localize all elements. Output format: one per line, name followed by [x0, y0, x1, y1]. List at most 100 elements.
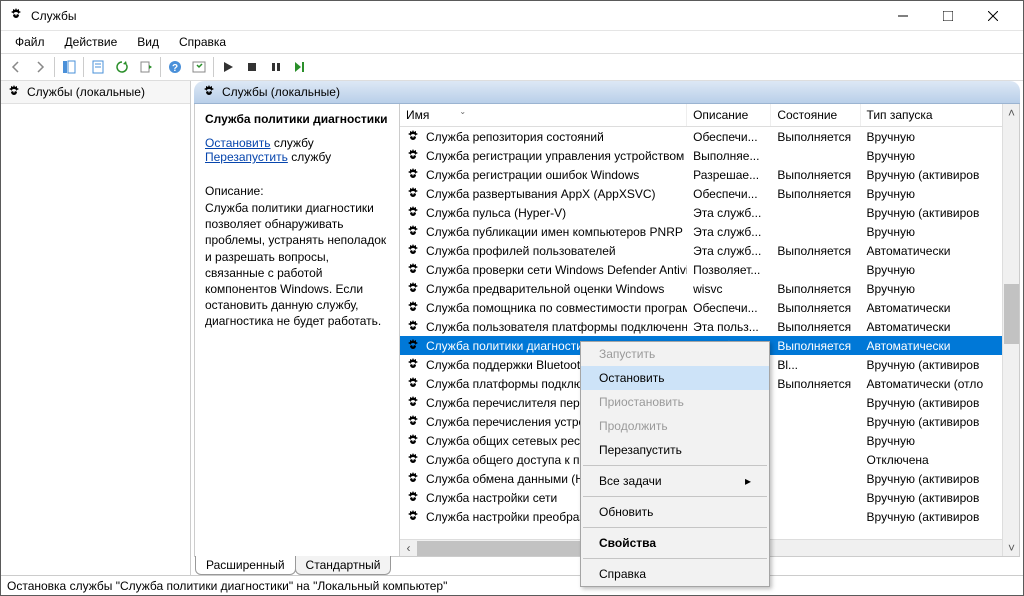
ctx-item[interactable]: Все задачи▸: [581, 469, 769, 493]
tasks-button[interactable]: [188, 56, 210, 78]
service-state: Bl...: [771, 358, 860, 372]
pane-header: Службы (локальные): [194, 81, 1020, 104]
header-state[interactable]: Состояние: [771, 104, 860, 126]
service-name: Служба помощника по совместимости програ…: [426, 301, 687, 315]
header-name[interactable]: Имя⌄: [400, 104, 687, 126]
service-name: Служба платформы подключ: [426, 377, 589, 391]
service-name: Служба репозитория состояний: [426, 130, 604, 144]
app-icon: [9, 8, 25, 24]
service-name: Служба развертывания AppX (AppXSVC): [426, 187, 656, 201]
forward-button[interactable]: [29, 56, 51, 78]
tree-root-item[interactable]: Службы (локальные): [1, 81, 190, 104]
help-button[interactable]: ?: [164, 56, 186, 78]
maximize-button[interactable]: [925, 1, 970, 30]
right-pane: Службы (локальные) Служба политики диагн…: [191, 81, 1023, 575]
tab-extended[interactable]: Расширенный: [195, 556, 296, 575]
service-startup: Вручную: [861, 263, 1019, 277]
service-startup: Вручную: [861, 225, 1019, 239]
vertical-scrollbar[interactable]: ˄ ˅: [1002, 104, 1019, 556]
vscroll-thumb[interactable]: [1004, 284, 1019, 344]
show-hide-tree-button[interactable]: [58, 56, 80, 78]
service-desc: Обеспечи...: [687, 301, 771, 315]
start-service-button[interactable]: [217, 56, 239, 78]
menu-action[interactable]: Действие: [57, 33, 126, 51]
service-row[interactable]: Служба регистрации ошибок WindowsРазреша…: [400, 165, 1019, 184]
service-state: Выполняется: [771, 339, 860, 353]
service-name: Служба настройки сети: [426, 491, 557, 505]
service-name: Служба общего доступа к по: [426, 453, 586, 467]
service-startup: Вручную (активиров: [861, 168, 1019, 182]
service-name: Служба перечислителя пере: [426, 396, 586, 410]
gear-icon: [406, 168, 420, 182]
close-button[interactable]: [970, 1, 1015, 30]
status-text: Остановка службы "Служба политики диагно…: [7, 579, 447, 593]
menu-view[interactable]: Вид: [129, 33, 167, 51]
header-description[interactable]: Описание: [687, 104, 771, 126]
restart-service-link[interactable]: Перезапустить: [205, 150, 288, 164]
ctx-item[interactable]: Справка: [581, 562, 769, 586]
toolbar: ?: [1, 53, 1023, 81]
gear-icon: [406, 320, 420, 334]
service-name: Служба политики диагностики: [426, 339, 595, 353]
service-startup: Вручную (активиров: [861, 472, 1019, 486]
service-row[interactable]: Служба предварительной оценки Windowswis…: [400, 279, 1019, 298]
pause-service-button[interactable]: [265, 56, 287, 78]
service-desc: Выполняе...: [687, 149, 771, 163]
service-row[interactable]: Служба регистрации управления устройство…: [400, 146, 1019, 165]
gear-icon: [406, 130, 420, 144]
ctx-item[interactable]: Перезапустить: [581, 438, 769, 462]
service-name: Служба предварительной оценки Windows: [426, 282, 664, 296]
stop-service-link[interactable]: Остановить: [205, 136, 271, 150]
header-startup[interactable]: Тип запуска: [861, 104, 1019, 126]
service-row[interactable]: Служба профилей пользователейЭта служб..…: [400, 241, 1019, 260]
service-startup: Автоматически: [861, 320, 1019, 334]
restart-service-button[interactable]: [289, 56, 311, 78]
service-row[interactable]: Служба публикации имен компьютеров PNRPЭ…: [400, 222, 1019, 241]
gear-icon: [406, 263, 420, 277]
service-name: Служба регистрации управления устройство…: [426, 149, 684, 163]
stop-service-button[interactable]: [241, 56, 263, 78]
service-row[interactable]: Служба пользователя платформы подключенн…: [400, 317, 1019, 336]
service-startup: Автоматически: [861, 339, 1019, 353]
status-bar: Остановка службы "Служба политики диагно…: [1, 575, 1023, 595]
service-row[interactable]: Служба пульса (Hyper-V)Эта служб...Вручн…: [400, 203, 1019, 222]
minimize-button[interactable]: [880, 1, 925, 30]
ctx-item[interactable]: Остановить: [581, 366, 769, 390]
menu-file[interactable]: Файл: [7, 33, 53, 51]
gear-icon: [202, 85, 216, 99]
refresh-button[interactable]: [111, 56, 133, 78]
export-button[interactable]: [135, 56, 157, 78]
properties-button[interactable]: [87, 56, 109, 78]
gear-icon: [406, 282, 420, 296]
scroll-up-arrow[interactable]: ˄: [1003, 104, 1020, 121]
service-row[interactable]: Служба репозитория состоянийОбеспечи...В…: [400, 127, 1019, 146]
service-desc: Эта служб...: [687, 206, 771, 220]
svg-text:?: ?: [172, 63, 178, 74]
service-state: Выполняется: [771, 282, 860, 296]
gear-icon: [406, 149, 420, 163]
ctx-item: Приостановить: [581, 390, 769, 414]
scroll-left-arrow[interactable]: ‹: [400, 540, 417, 557]
service-row[interactable]: Служба развертывания AppX (AppXSVC)Обесп…: [400, 184, 1019, 203]
service-state: Выполняется: [771, 301, 860, 315]
menu-help[interactable]: Справка: [171, 33, 234, 51]
ctx-item[interactable]: Обновить: [581, 500, 769, 524]
service-startup: Вручную: [861, 282, 1019, 296]
service-name: Служба публикации имен компьютеров PNRP: [426, 225, 683, 239]
service-name: Служба пульса (Hyper-V): [426, 206, 566, 220]
service-row[interactable]: Служба помощника по совместимости програ…: [400, 298, 1019, 317]
back-button[interactable]: [5, 56, 27, 78]
ctx-item[interactable]: Свойства: [581, 531, 769, 555]
service-startup: Вручную (активиров: [861, 358, 1019, 372]
gear-icon: [406, 225, 420, 239]
description-text: Служба политики диагностики позволяет об…: [205, 200, 389, 330]
tab-standard[interactable]: Стандартный: [295, 556, 392, 575]
service-state: Выполняется: [771, 168, 860, 182]
service-name: Служба перечисления устро: [426, 415, 585, 429]
service-row[interactable]: Служба проверки сети Windows Defender An…: [400, 260, 1019, 279]
service-startup: Автоматически (отло: [861, 377, 1019, 391]
service-desc: Разрешае...: [687, 168, 771, 182]
scroll-down-arrow[interactable]: ˅: [1003, 539, 1020, 556]
gear-icon: [406, 491, 420, 505]
service-startup: Вручную: [861, 149, 1019, 163]
